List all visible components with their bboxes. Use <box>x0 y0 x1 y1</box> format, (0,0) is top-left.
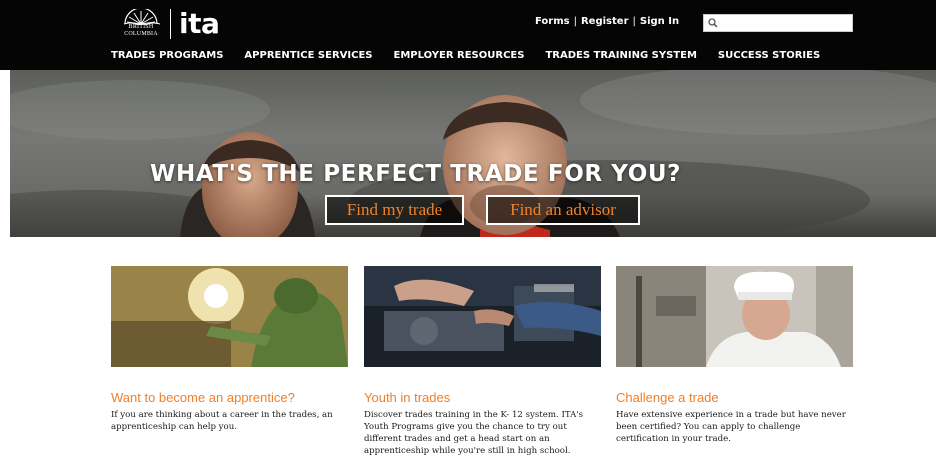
main-nav: TRADES PROGRAMS APPRENTICE SERVICES EMPL… <box>111 50 820 61</box>
utility-links: Forms | Register | Sign In <box>535 16 679 27</box>
nav-success-stories[interactable]: SUCCESS STORIES <box>718 50 820 61</box>
hero-title: WHAT'S THE PERFECT TRADE FOR YOU? <box>150 161 682 187</box>
nav-trades-training-system[interactable]: TRADES TRAINING SYSTEM <box>545 50 696 61</box>
logo-divider <box>170 9 171 39</box>
register-link[interactable]: Register <box>581 16 629 27</box>
nav-apprentice-services[interactable]: APPRENTICE SERVICES <box>244 50 372 61</box>
card-text: If you are thinking about a career in th… <box>111 410 333 432</box>
link-separator: | <box>632 16 636 27</box>
search-box <box>703 14 853 32</box>
search-input[interactable] <box>721 16 847 30</box>
hero-banner: WHAT'S THE PERFECT TRADE FOR YOU? Find m… <box>10 70 936 237</box>
sign-in-link[interactable]: Sign In <box>640 16 679 27</box>
card-text: Discover trades training in the K- 12 sy… <box>364 410 584 456</box>
card-youth: Youth in trades Discover trades training… <box>364 266 601 457</box>
card-apprentice: Want to become an apprentice? If you are… <box>111 266 348 433</box>
search-icon[interactable] <box>708 18 718 28</box>
site-header: BRITISH COLUMBIA ita Forms | Register | … <box>0 0 936 70</box>
link-separator: | <box>573 16 577 27</box>
card-text: Have extensive experience in a trade but… <box>616 410 846 444</box>
find-an-advisor-button[interactable]: Find an advisor <box>486 195 640 225</box>
find-my-trade-button[interactable]: Find my trade <box>325 195 464 225</box>
card-title[interactable]: Challenge a trade <box>616 390 853 406</box>
forms-link[interactable]: Forms <box>535 16 570 27</box>
site-logo[interactable]: BRITISH COLUMBIA ita <box>118 7 220 40</box>
bc-sun-logo-icon: BRITISH COLUMBIA <box>118 9 164 39</box>
hero-photo <box>10 70 936 237</box>
bc-logo-text: BRITISH COLUMBIA <box>124 24 158 37</box>
card-image-welder[interactable] <box>111 266 348 367</box>
card-title[interactable]: Want to become an apprentice? <box>111 390 348 406</box>
card-image-mechanic[interactable] <box>364 266 601 367</box>
card-title[interactable]: Youth in trades <box>364 390 601 406</box>
nav-employer-resources[interactable]: EMPLOYER RESOURCES <box>393 50 524 61</box>
card-challenge: Challenge a trade Have extensive experie… <box>616 266 853 445</box>
card-image-chef[interactable] <box>616 266 853 367</box>
nav-trades-programs[interactable]: TRADES PROGRAMS <box>111 50 223 61</box>
ita-wordmark: ita <box>179 7 220 40</box>
